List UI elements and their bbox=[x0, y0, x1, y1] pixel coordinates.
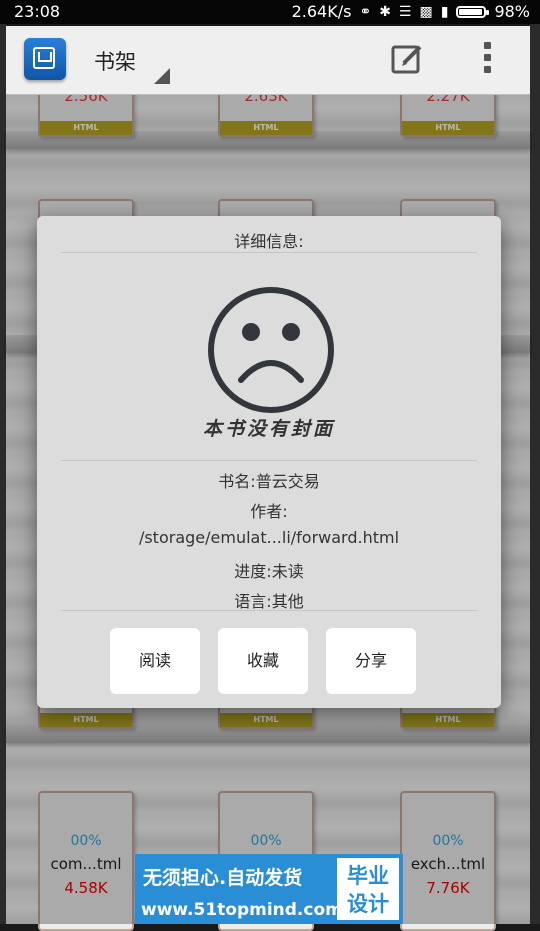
signal-4g-icon: ▩ bbox=[419, 3, 433, 20]
book-name-info: 书名:普云交易 bbox=[218, 472, 320, 491]
status-time: 23:08 bbox=[14, 2, 61, 21]
bluetooth-icon: ✱ bbox=[379, 3, 391, 20]
book-detail-dialog: 详细信息: 本书没有封面 书名:普云交易 作者: /storage/emulat… bbox=[37, 216, 501, 708]
wifi-icon: ☰ bbox=[398, 3, 412, 20]
no-cover-text: 本书没有封面 bbox=[202, 418, 335, 440]
signal-icon: ▮ bbox=[440, 3, 449, 20]
banner-line1: 无须担心.自动发货 bbox=[143, 867, 303, 889]
app-bar: 书架 bbox=[6, 26, 530, 95]
progress-info: 进度:未读 bbox=[234, 562, 304, 581]
more-vert-icon[interactable] bbox=[480, 42, 494, 76]
divider bbox=[61, 460, 477, 461]
edit-icon[interactable] bbox=[390, 42, 424, 76]
divider bbox=[61, 252, 477, 253]
dropdown-corner-icon[interactable] bbox=[154, 68, 170, 84]
share-button[interactable]: 分享 bbox=[326, 628, 416, 694]
app-logo-icon[interactable] bbox=[24, 38, 66, 80]
sad-face-icon bbox=[208, 287, 334, 413]
favorite-button[interactable]: 收藏 bbox=[218, 628, 308, 694]
banner-url: www.51topmind.com bbox=[141, 900, 343, 920]
status-icons: 2.64K/s ⚭ ✱ ☰ ▩ ▮ 98% bbox=[292, 2, 530, 21]
read-button[interactable]: 阅读 bbox=[110, 628, 200, 694]
author-info: 作者: bbox=[250, 502, 288, 521]
battery-percent: 98% bbox=[494, 2, 530, 21]
language-info: 语言:其他 bbox=[234, 592, 304, 611]
headphones-icon: ⚭ bbox=[359, 3, 372, 20]
ad-banner[interactable]: 无须担心.自动发货 www.51topmind.com 毕业设计 bbox=[135, 854, 403, 924]
page-title[interactable]: 书架 bbox=[94, 46, 136, 76]
divider bbox=[61, 610, 477, 611]
network-speed: 2.64K/s bbox=[291, 2, 352, 21]
status-bar: 23:08 2.64K/s ⚭ ✱ ☰ ▩ ▮ 98% bbox=[0, 0, 540, 24]
screen-edge-right bbox=[530, 24, 540, 924]
banner-box: 毕业设计 bbox=[337, 858, 399, 920]
battery-icon bbox=[456, 5, 490, 18]
path-info: /storage/emulat...li/forward.html bbox=[138, 528, 400, 547]
dialog-title: 详细信息: bbox=[234, 232, 304, 251]
